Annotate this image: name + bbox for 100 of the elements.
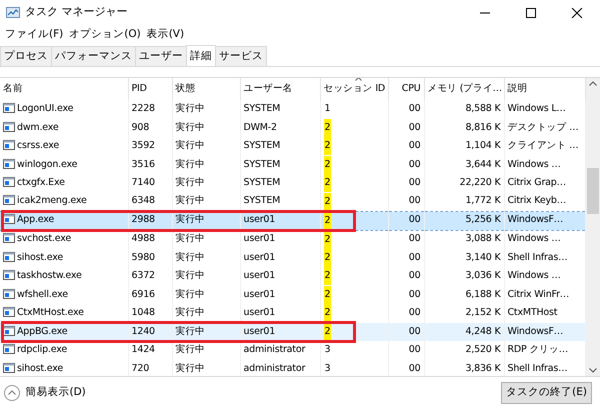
tab[interactable]: プロセス — [0, 46, 52, 66]
table-cell: 00 — [408, 195, 420, 206]
table-row[interactable]: ctxgfx.Exe 7140 実行中 SYSTEM 2 00 22,220 K Citrix Grap… — [0, 174, 585, 192]
table-cell: CtxMTHost — [508, 307, 558, 318]
table-cell: 1,104 K — [465, 140, 500, 152]
app-icon — [3, 232, 15, 244]
app-icon — [3, 120, 15, 132]
table-cell: 実行中 — [176, 158, 205, 170]
table-cell: 実行中 — [176, 344, 205, 356]
menu-item[interactable]: ファイル(F) — [2, 25, 66, 43]
table-cell: SYSTEM — [244, 177, 280, 188]
process-name: App.exe — [17, 214, 54, 226]
table-row[interactable]: sihost.exe 5980 実行中 user01 2 00 3,140 K Shell Infras… — [0, 248, 585, 267]
app-icon — [3, 158, 15, 169]
table-cell: 3,140 K — [465, 252, 500, 263]
table-cell: 実行中 — [176, 362, 205, 374]
process-name: AppBG.exe — [17, 326, 68, 337]
window-title: タスク マネージャー — [25, 4, 128, 20]
table-row[interactable]: AppBG.exe 1240 実行中 user01 2 00 4,248 K WindowsF… — [0, 322, 585, 341]
table-cell: 3,036 K — [465, 270, 500, 282]
column-header[interactable]: 状態 — [176, 82, 196, 94]
table-cell: user01 — [244, 233, 276, 244]
table-cell: user01 — [244, 288, 276, 300]
process-name: dwm.exe — [17, 122, 59, 133]
table-cell: デスクトップ … — [508, 122, 578, 133]
process-name: sihost.exe — [17, 252, 63, 263]
table-row[interactable]: winlogon.exe 3516 実行中 SYSTEM 2 00 3,644 K Windows … — [0, 156, 585, 174]
table-row[interactable]: svchost.exe 4988 実行中 user01 2 00 3,088 K Windows … — [0, 230, 585, 248]
column-header[interactable]: セッション ID — [324, 82, 386, 94]
collapse-toggle[interactable]: 簡易表示(D) — [4, 384, 86, 401]
table-cell: 00 — [408, 158, 420, 170]
table-cell: RDP クリッ… — [508, 344, 568, 356]
table-cell: WindowsF… — [508, 214, 564, 226]
app-icon — [3, 213, 15, 224]
process-name: wfshell.exe — [17, 288, 68, 300]
table-cell: 2,520 K — [465, 344, 500, 356]
table-cell: 4988 — [132, 233, 155, 244]
table-cell: 3,644 K — [465, 158, 500, 170]
table-row[interactable]: taskhostw.exe 6372 実行中 user01 2 00 3,036 K Windows … — [0, 267, 585, 286]
session-id: 3 — [324, 343, 332, 358]
column-header[interactable]: メモリ (プライ… — [428, 82, 502, 94]
process-name: rdpclip.exe — [17, 344, 68, 356]
table-row[interactable]: rdpclip.exe 1424 実行中 administrator 3 00 2,520 K RDP クリッ… — [0, 341, 585, 360]
table-cell: 00 — [408, 140, 420, 152]
session-id: 2 — [324, 248, 332, 267]
table-cell: 3592 — [132, 140, 155, 152]
app-icon — [3, 288, 15, 299]
table-cell: 6916 — [132, 288, 155, 300]
table-cell: 1048 — [132, 307, 155, 318]
session-id: 2 — [324, 118, 332, 137]
tab[interactable]: サービス — [215, 46, 267, 66]
tab[interactable]: ユーザー — [135, 46, 187, 66]
table-row[interactable]: sihost.exe 720 実行中 administrator 3 00 3,836 K Shell Infras… — [0, 360, 585, 376]
table-cell: 00 — [408, 362, 420, 374]
table-cell: 908 — [132, 122, 150, 133]
scrollbar[interactable] — [586, 78, 600, 376]
app-icon — [3, 269, 15, 280]
chevron-up-icon — [4, 384, 20, 401]
table-cell: DWM-2 — [244, 122, 277, 133]
table-row[interactable]: csrss.exe 3592 実行中 SYSTEM 2 00 1,104 K クライアント … — [0, 137, 585, 156]
app-icon — [3, 176, 15, 188]
table-cell: 00 — [408, 103, 420, 114]
table-cell: 実行中 — [176, 195, 205, 206]
column-header[interactable]: 名前 — [3, 82, 23, 94]
table-cell: Citrix Grap… — [508, 177, 566, 188]
table-row[interactable]: dwm.exe 908 実行中 DWM-2 2 00 8,816 K デスクトップ … — [0, 118, 585, 137]
table-cell: 実行中 — [176, 214, 205, 226]
table-cell: 3,088 K — [465, 233, 500, 244]
table-cell: 00 — [408, 252, 420, 263]
table-row[interactable]: App.exe 2988 実行中 user01 2 00 5,256 K WindowsF… — [0, 211, 585, 230]
column-header[interactable]: ユーザー名 — [244, 82, 293, 94]
end-task-button[interactable]: タスクの終了(E) — [501, 382, 592, 404]
table-cell: 実行中 — [176, 122, 205, 133]
table-cell: 00 — [408, 214, 420, 226]
table-cell: Windows … — [508, 158, 561, 170]
table-cell: 00 — [408, 307, 420, 318]
session-id: 2 — [324, 286, 332, 304]
table-cell: 2,152 K — [465, 307, 500, 318]
table-cell: Shell Infras… — [508, 252, 568, 263]
app-icon — [3, 343, 15, 354]
process-name: csrss.exe — [17, 140, 60, 152]
scroll-thumb[interactable] — [586, 168, 599, 214]
tab[interactable]: パフォーマンス — [51, 46, 136, 66]
menu-item[interactable]: オプション(O) — [66, 25, 144, 43]
table-cell: user01 — [244, 307, 276, 318]
app-icon — [3, 362, 15, 373]
table-row[interactable]: LogonUI.exe 2228 実行中 SYSTEM 1 00 8,588 K Windows L… — [0, 100, 585, 118]
column-header[interactable]: PID — [132, 82, 147, 94]
table-row[interactable]: wfshell.exe 6916 実行中 user01 2 00 6,188 K Citrix WinFr… — [0, 286, 585, 304]
table-cell: 4,248 K — [465, 326, 500, 337]
table-cell: administrator — [244, 362, 306, 374]
app-icon — [3, 139, 15, 150]
table-cell: 3,836 K — [465, 362, 500, 374]
table-cell: 8,816 K — [465, 122, 500, 133]
menu-item[interactable]: 表示(V) — [144, 25, 188, 43]
table-cell: 00 — [408, 270, 420, 282]
column-header[interactable]: 説明 — [508, 82, 528, 94]
table-cell: 実行中 — [176, 326, 205, 337]
table-cell: user01 — [244, 214, 276, 226]
column-header[interactable]: CPU — [402, 82, 420, 94]
